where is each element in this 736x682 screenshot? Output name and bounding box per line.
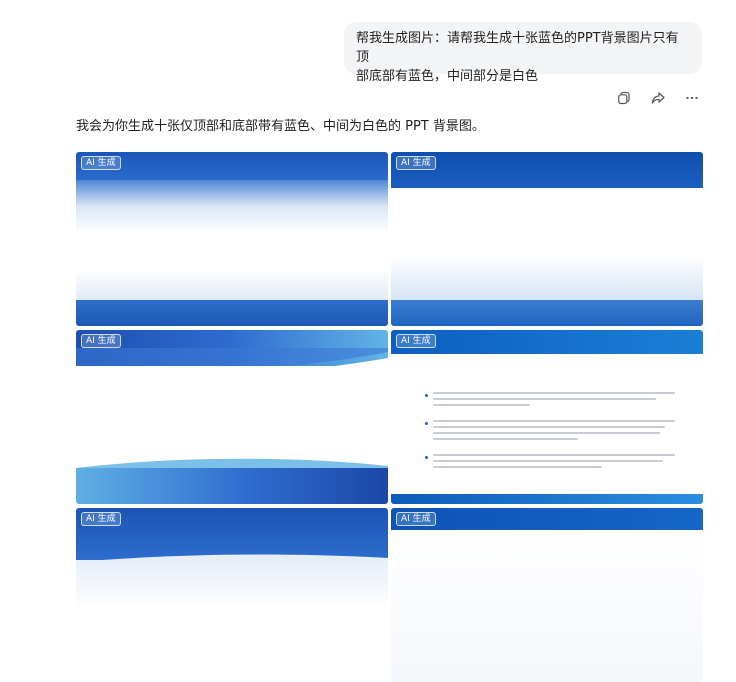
image-top-band (391, 508, 703, 530)
assistant-reply-text: 我会为你生成十张仅顶部和底部带有蓝色、中间为白色的 PPT 背景图。 (76, 119, 485, 134)
generated-image-4[interactable]: AI 生成 (391, 330, 703, 504)
ai-generated-badge: AI 生成 (396, 512, 436, 526)
user-message-bubble: 帮我生成图片：请帮我生成十张蓝色的PPT背景图片只有顶 部底部有蓝色，中间部分是… (344, 22, 702, 84)
image-top-band (391, 152, 703, 188)
placeholder-bullet (425, 420, 675, 440)
image-white-area (391, 530, 703, 682)
image-bottom-band (391, 300, 703, 326)
generated-image-2[interactable]: AI 生成 (391, 152, 703, 326)
user-message-line-2: 部底部有蓝色，中间部分是白色 (356, 69, 539, 84)
ai-generated-badge: AI 生成 (396, 156, 436, 170)
copy-icon[interactable] (616, 90, 632, 106)
placeholder-text-block (425, 392, 675, 482)
image-bottom-band (76, 300, 388, 326)
ai-generated-badge: AI 生成 (81, 512, 121, 526)
share-icon[interactable] (650, 90, 666, 106)
generated-image-3[interactable]: AI 生成 (76, 330, 388, 504)
image-bottom-band (76, 468, 388, 504)
image-white-area (76, 366, 388, 468)
generated-images-grid: AI 生成 AI 生成 AI 生成 AI 生成 AI 生成 AI 生成 (76, 152, 704, 682)
placeholder-bullet (425, 392, 675, 406)
ai-generated-badge: AI 生成 (81, 156, 121, 170)
image-white-area (391, 188, 703, 300)
ai-generated-badge: AI 生成 (81, 334, 121, 348)
user-message-line-1: 帮我生成图片：请帮我生成十张蓝色的PPT背景图片只有顶 (356, 31, 679, 65)
image-top-band (391, 330, 703, 354)
more-icon[interactable] (684, 90, 700, 106)
ai-generated-badge: AI 生成 (396, 334, 436, 348)
generated-image-6[interactable]: AI 生成 (391, 508, 703, 682)
message-actions (616, 90, 700, 106)
image-top-band (76, 152, 388, 182)
image-bottom-band (391, 494, 703, 504)
image-white-area (76, 180, 388, 300)
image-white-area (76, 560, 388, 682)
placeholder-bullet (425, 454, 675, 468)
generated-image-5[interactable]: AI 生成 (76, 508, 388, 682)
generated-image-1[interactable]: AI 生成 (76, 152, 388, 326)
